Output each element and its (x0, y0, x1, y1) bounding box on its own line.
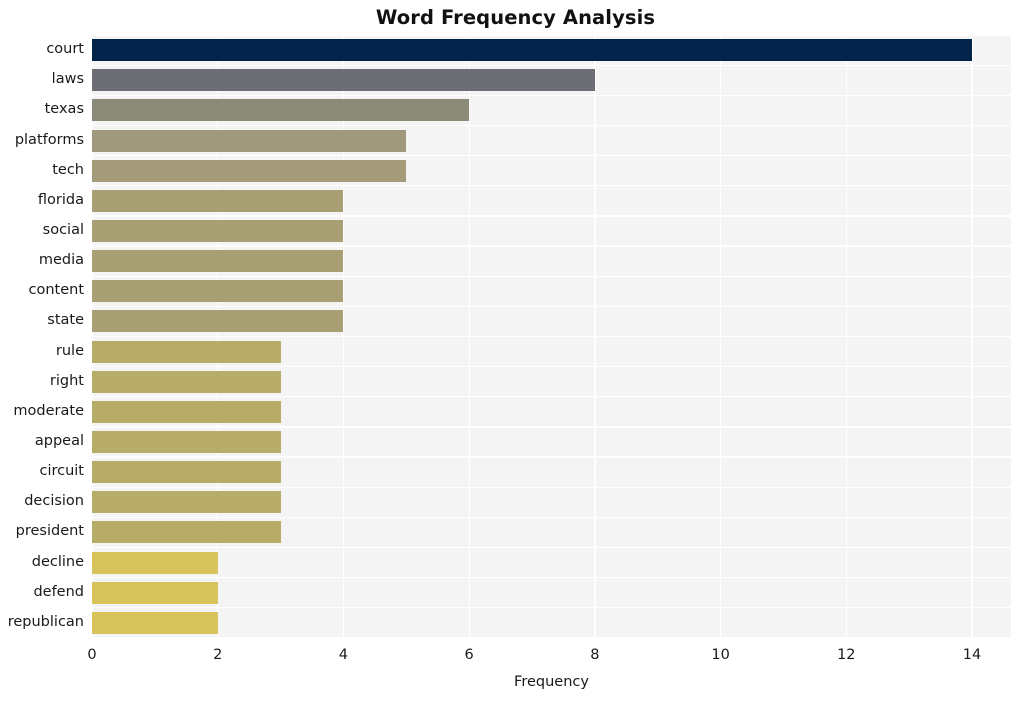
bar-circuit[interactable] (92, 461, 281, 484)
gridline-horizontal (92, 546, 1011, 549)
gridline-horizontal (92, 456, 1011, 458)
gridline-horizontal (92, 577, 1011, 579)
bar-florida[interactable] (92, 189, 344, 212)
gridline-horizontal (92, 64, 1011, 66)
gridline-horizontal (92, 516, 1011, 519)
gridline-horizontal (92, 396, 1011, 398)
y-tick-label-florida: florida (37, 191, 84, 208)
gridline-horizontal (92, 366, 1011, 368)
gridline-horizontal (92, 426, 1011, 428)
bar-president[interactable] (92, 521, 281, 544)
chart-title: Word Frequency Analysis (375, 6, 656, 29)
y-tick-label-state: state (47, 312, 84, 329)
y-tick-label-decision: decision (24, 493, 84, 510)
plot-area (92, 35, 1011, 638)
gridline-horizontal (92, 185, 1011, 187)
gridline-horizontal (92, 305, 1011, 307)
bar-decline[interactable] (92, 551, 218, 574)
bar-platforms[interactable] (92, 129, 407, 152)
bar-decision[interactable] (92, 491, 281, 514)
gridline-horizontal (92, 124, 1011, 127)
gridline-horizontal (92, 245, 1011, 247)
chart-figure: Word Frequency Analysis court laws texas pl… (0, 0, 1031, 701)
gridline-horizontal (92, 607, 1011, 609)
bar-content[interactable] (92, 280, 344, 303)
gridline-horizontal (92, 35, 1011, 36)
y-tick-label-laws: laws (51, 71, 84, 88)
y-tick-label-decline: decline (31, 553, 84, 570)
gridline-horizontal (92, 275, 1011, 277)
bar-social[interactable] (92, 219, 344, 242)
bar-rule[interactable] (92, 340, 281, 363)
y-tick-label-president: president (15, 523, 84, 540)
y-tick-label-republican: republican (7, 613, 84, 630)
x-tick-label-8: 8 (590, 647, 600, 663)
x-tick-label-2: 2 (213, 647, 223, 663)
y-tick-label-defend: defend (33, 583, 84, 600)
bar-state[interactable] (92, 310, 344, 333)
gridline-horizontal (92, 637, 1011, 638)
gridline-horizontal (92, 486, 1011, 488)
gridline-horizontal (92, 154, 1011, 157)
bar-republican[interactable] (92, 611, 218, 634)
bar-laws[interactable] (92, 69, 595, 92)
y-tick-label-right: right (49, 372, 84, 389)
bar-media[interactable] (92, 250, 344, 273)
gridline-horizontal (92, 335, 1011, 338)
y-tick-label-appeal: appeal (34, 433, 84, 450)
gridline-horizontal (92, 215, 1011, 217)
y-tick-label-circuit: circuit (39, 463, 84, 480)
y-tick-label-rule: rule (55, 342, 84, 359)
y-tick-label-platforms: platforms (14, 131, 84, 148)
x-tick-label-14: 14 (962, 647, 982, 663)
x-tick-label-4: 4 (338, 647, 349, 663)
bar-texas[interactable] (92, 99, 470, 122)
y-tick-label-content: content (28, 282, 84, 299)
x-tick-label-6: 6 (464, 647, 474, 663)
gridline-horizontal (92, 94, 1011, 96)
y-tick-label-court: court (46, 41, 84, 58)
y-tick-label-moderate: moderate (13, 402, 84, 419)
bar-right[interactable] (92, 370, 281, 393)
bar-court[interactable] (92, 39, 973, 62)
bar-appeal[interactable] (92, 431, 281, 454)
y-tick-label-social: social (42, 221, 84, 238)
y-tick-label-texas: texas (44, 101, 84, 118)
x-tick-label-0: 0 (87, 647, 97, 663)
bar-moderate[interactable] (92, 400, 281, 423)
bar-defend[interactable] (92, 581, 218, 604)
x-axis-label: Frequency (514, 674, 589, 690)
bar-tech[interactable] (92, 159, 407, 182)
x-tick-label-12: 12 (837, 647, 856, 663)
y-tick-label-media: media (38, 252, 84, 269)
y-tick-label-tech: tech (52, 161, 84, 178)
x-tick-label-10: 10 (711, 647, 730, 663)
